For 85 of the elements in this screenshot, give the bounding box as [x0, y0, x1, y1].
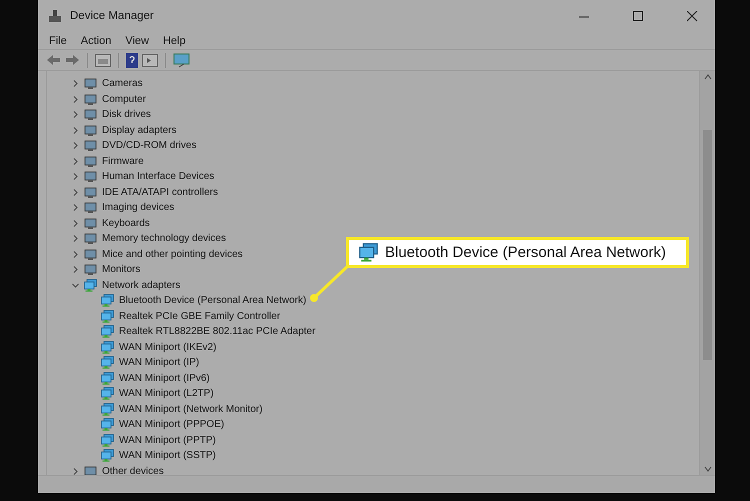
- expand-chevron-icon[interactable]: [71, 234, 80, 244]
- app-icon: [48, 9, 62, 23]
- device-icon: [84, 263, 97, 276]
- device-icon: [84, 201, 97, 214]
- expand-chevron-icon[interactable]: [71, 110, 80, 120]
- tree-item[interactable]: Human Interface Devices: [101, 171, 216, 182]
- device-icon: [84, 232, 97, 246]
- network-adapter-icon: [101, 449, 114, 462]
- expand-chevron-icon[interactable]: [71, 188, 80, 197]
- device-icon: [84, 92, 97, 106]
- forward-button[interactable]: [65, 54, 80, 66]
- callout-label: Bluetooth Device (Personal Area Network): [385, 244, 666, 261]
- close-icon: [686, 10, 698, 22]
- properties-button[interactable]: [95, 54, 111, 66]
- tree-item[interactable]: WAN Miniport (IP): [118, 357, 200, 368]
- menu-item[interactable]: File: [42, 34, 74, 46]
- network-adapter-icon: [101, 310, 114, 323]
- maximize-icon: [632, 10, 644, 22]
- scroll-up-icon[interactable]: [704, 74, 712, 80]
- tree-item[interactable]: Imaging devices: [101, 202, 176, 214]
- tree-item[interactable]: IDE ATA/ATAPI controllers: [101, 186, 219, 198]
- tree-item[interactable]: WAN Miniport (L2TP): [118, 388, 215, 400]
- network-adapter-icon: [101, 434, 114, 447]
- tree-item[interactable]: WAN Miniport (PPPOE): [118, 419, 226, 430]
- menu-item[interactable]: Action: [74, 34, 118, 46]
- tree-item[interactable]: Keyboards: [101, 218, 151, 229]
- device-icon: [84, 170, 97, 184]
- device-icon: [84, 139, 97, 152]
- expand-chevron-icon[interactable]: [71, 94, 80, 104]
- device-icon: [84, 186, 97, 199]
- tree-item[interactable]: Other devices: [101, 466, 165, 475]
- tree-item[interactable]: Realtek RTL8822BE 802.11ac PCIe Adapter: [118, 326, 316, 338]
- menu-item[interactable]: View: [118, 34, 156, 46]
- expand-chevron-icon[interactable]: [71, 172, 80, 182]
- menu-item[interactable]: Help: [156, 34, 193, 46]
- tree-item[interactable]: Disk drives: [101, 109, 152, 120]
- device-icon: [84, 77, 97, 90]
- network-adapter-icon: [101, 340, 114, 354]
- network-adapter-icon: [101, 294, 114, 308]
- device-icon: [84, 248, 97, 261]
- tree-item[interactable]: Computer: [101, 94, 147, 105]
- network-adapter-icon: [359, 243, 378, 262]
- update-driver-button[interactable]: [142, 54, 158, 66]
- expand-chevron-icon[interactable]: [71, 126, 80, 135]
- network-adapter-icon: [101, 387, 114, 400]
- tree-item[interactable]: Bluetooth Device (Personal Area Network): [118, 295, 308, 306]
- back-button[interactable]: [46, 54, 61, 66]
- network-adapter-icon: [101, 356, 114, 370]
- tree-item[interactable]: Display adapters: [101, 124, 178, 136]
- device-icon: [84, 154, 97, 168]
- network-adapter-icon: [101, 372, 114, 385]
- tree-item[interactable]: WAN Miniport (IKEv2): [118, 342, 218, 353]
- expand-chevron-icon[interactable]: [71, 265, 80, 274]
- tree-item[interactable]: Mice and other pointing devices: [101, 248, 244, 260]
- tree-item[interactable]: Realtek PCIe GBE Family Controller: [118, 310, 282, 322]
- tree-item[interactable]: WAN Miniport (SSTP): [118, 450, 217, 462]
- tree-item[interactable]: Firmware: [101, 156, 145, 167]
- tree-item[interactable]: WAN Miniport (PPTP): [118, 434, 217, 446]
- network-adapter-icon: [101, 418, 114, 432]
- expand-chevron-icon[interactable]: [71, 280, 80, 290]
- help-button[interactable]: [126, 52, 138, 68]
- scrollbar[interactable]: [699, 71, 715, 475]
- tree-item[interactable]: Network adapters: [101, 280, 182, 291]
- tree-item[interactable]: WAN Miniport (Network Monitor): [118, 404, 264, 415]
- network-icon: [84, 278, 97, 292]
- expand-chevron-icon[interactable]: [71, 250, 80, 259]
- tree-item[interactable]: Cameras: [101, 78, 144, 90]
- window-title: Device Manager: [70, 10, 155, 22]
- expand-chevron-icon[interactable]: [71, 466, 80, 475]
- expand-chevron-icon[interactable]: [71, 156, 80, 166]
- expand-chevron-icon[interactable]: [71, 203, 80, 212]
- network-adapter-icon: [101, 402, 114, 416]
- tree-item[interactable]: DVD/CD-ROM drives: [101, 140, 198, 152]
- expand-chevron-icon[interactable]: [71, 79, 80, 88]
- tree-item[interactable]: Monitors: [101, 264, 142, 276]
- tree-item[interactable]: Memory technology devices: [101, 233, 227, 244]
- scroll-down-icon[interactable]: [704, 466, 712, 472]
- device-icon: [84, 216, 97, 230]
- monitor-button[interactable]: [173, 52, 190, 68]
- device-icon: [84, 124, 97, 137]
- tree-item[interactable]: WAN Miniport (IPv6): [118, 372, 211, 384]
- expand-chevron-icon[interactable]: [71, 218, 80, 228]
- device-icon: [84, 108, 97, 122]
- network-adapter-icon: [101, 325, 114, 338]
- expand-chevron-icon[interactable]: [71, 141, 80, 150]
